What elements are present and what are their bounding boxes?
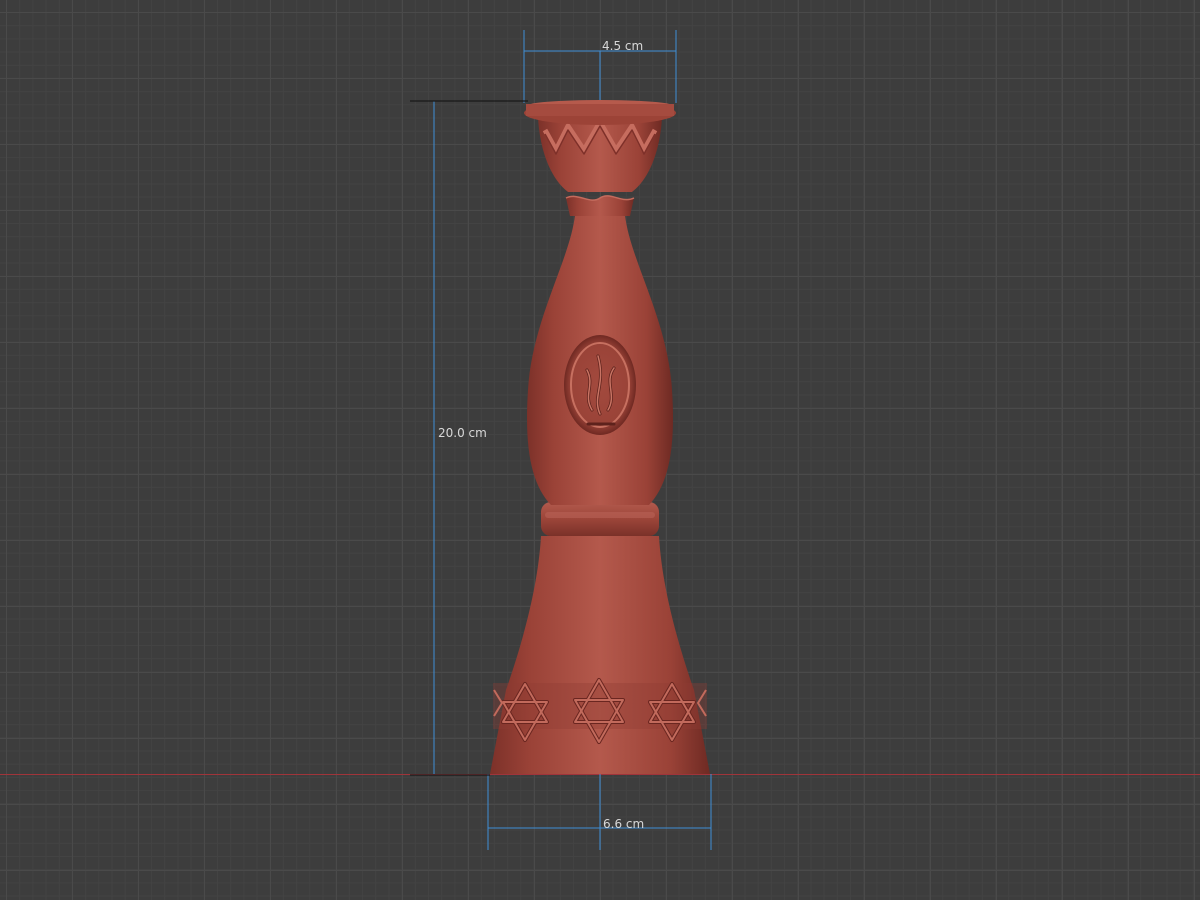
height-label: 20.0 cm — [438, 426, 487, 440]
3d-viewport[interactable]: 4.5 cm 20.0 cm 6.6 cm — [0, 0, 1200, 900]
base-width-label: 6.6 cm — [603, 817, 645, 831]
candlestick-model[interactable] — [490, 100, 710, 774]
top-width-label: 4.5 cm — [602, 39, 644, 53]
scene-canvas — [410, 30, 712, 850]
